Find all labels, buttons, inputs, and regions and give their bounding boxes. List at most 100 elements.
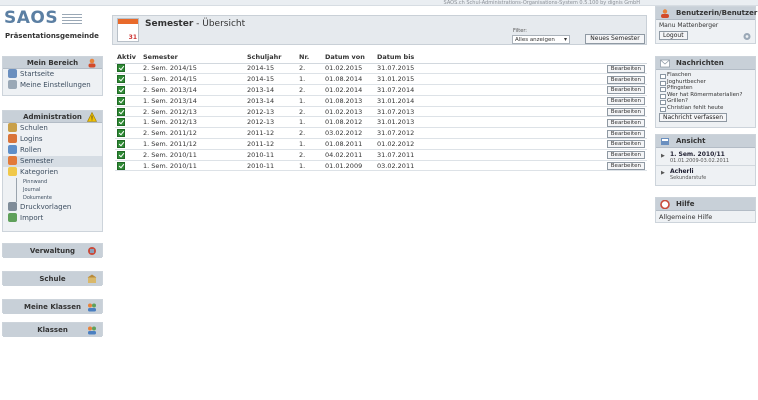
mein-bereich-header[interactable]: Mein Bereich	[3, 57, 102, 69]
active-check-icon[interactable]	[117, 129, 125, 138]
edit-button[interactable]: Bearbeiten	[606, 151, 645, 160]
sidebar-item-label: Import	[20, 214, 44, 222]
verwaltung-panel[interactable]: Verwaltung	[2, 243, 103, 258]
active-check-icon[interactable]	[117, 85, 125, 94]
news-panel-header: Nachrichten	[656, 57, 755, 70]
administration-panel: Administration Schulen Logins Rollen Sem…	[2, 110, 103, 232]
sidebar-item-druckvorlagen[interactable]: Druckvorlagen	[3, 202, 102, 213]
klassen-header[interactable]: Klassen	[3, 323, 102, 337]
edit-button[interactable]: Bearbeiten	[606, 162, 645, 171]
cell-actions: Bearbeiten	[603, 149, 647, 161]
ansicht-semester[interactable]: 1. Sem. 2010/11 01.01.2009-03.02.2011	[656, 151, 755, 166]
table-row: 2. Sem. 2014/15 2014-15 2. 01.02.2015 31.07.…	[115, 63, 647, 75]
logo-area[interactable]: SAOS Präsentationsgemeinde	[2, 6, 104, 46]
cell-datum-bis: 31.07.2012	[375, 127, 603, 140]
cell-datum-bis: 31.07.2015	[375, 63, 603, 75]
meine-klassen-header[interactable]: Meine Klassen	[3, 300, 102, 314]
settings-icon[interactable]	[742, 32, 752, 41]
sidebar-item-logins[interactable]: Logins	[3, 134, 102, 145]
compose-message-button[interactable]: Nachricht verfassen	[659, 113, 728, 122]
news-item[interactable]: Christian fehlt heute	[656, 105, 755, 111]
filter-label: Filter:	[513, 28, 527, 34]
edit-button[interactable]: Bearbeiten	[606, 140, 645, 149]
cell-nr: 2.	[297, 106, 323, 118]
cell-actions: Bearbeiten	[603, 138, 647, 150]
active-check-icon[interactable]	[117, 118, 125, 127]
cell-actions: Bearbeiten	[603, 63, 647, 75]
panel-title: Schule	[39, 275, 66, 283]
ansicht-school[interactable]: Acherli Sekundarstufe	[656, 168, 755, 183]
sidebar-item-meine-einstellungen[interactable]: Meine Einstellungen	[3, 80, 102, 91]
view-icon	[661, 138, 669, 145]
schule-header[interactable]: Schule	[3, 272, 102, 286]
class-group-icon	[88, 303, 96, 312]
cell-datum-bis: 03.02.2011	[375, 160, 603, 172]
schule-panel[interactable]: Schule	[2, 271, 103, 286]
sidebar-item-schulen[interactable]: Schulen	[3, 123, 102, 134]
edit-button[interactable]: Bearbeiten	[606, 118, 645, 127]
cell-semester: 1. Sem. 2010/11	[141, 160, 245, 172]
sidebar-subitem-journal[interactable]: Journal	[3, 186, 102, 194]
active-check-icon[interactable]	[117, 150, 125, 159]
edit-button[interactable]: Bearbeiten	[606, 129, 645, 138]
edit-button[interactable]: Bearbeiten	[606, 86, 645, 95]
ansicht-panel: Ansicht 1. Sem. 2010/11 01.01.2009-03.02…	[655, 134, 756, 186]
roles-icon	[8, 145, 17, 154]
active-checkbox-cell	[115, 127, 141, 140]
cell-semester: 1. Sem. 2011/12	[141, 138, 245, 150]
top-bar: SAOS.ch Schul-Administrations-Organisati…	[0, 0, 758, 6]
folder-icon	[8, 167, 17, 176]
cell-schuljahr: 2012-13	[245, 116, 297, 129]
sidebar-item-label: Startseite	[20, 70, 55, 78]
active-check-icon[interactable]	[117, 96, 125, 105]
edit-button[interactable]: Bearbeiten	[606, 64, 645, 73]
active-check-icon[interactable]	[117, 161, 125, 170]
verwaltung-header[interactable]: Verwaltung	[3, 244, 102, 258]
sidebar-item-semester[interactable]: Semester	[3, 156, 102, 167]
cell-semester: 2. Sem. 2013/14	[141, 84, 245, 96]
active-check-icon[interactable]	[117, 107, 125, 116]
sidebar-item-label: Semester	[20, 157, 54, 165]
klassen-panel[interactable]: Klassen	[2, 322, 103, 337]
administration-header[interactable]: Administration	[3, 111, 102, 123]
sidebar-subitem-pinnwand[interactable]: Pinnwand	[3, 178, 102, 186]
meine-klassen-panel[interactable]: Meine Klassen	[2, 299, 103, 314]
table-row: 1. Sem. 2010/11 2010-11 1. 01.01.2009 03.02.…	[115, 160, 647, 172]
cell-datum-von: 01.08.2013	[323, 95, 375, 107]
cell-actions: Bearbeiten	[603, 106, 647, 118]
sidebar-subitem-dokumente[interactable]: Dokumente	[3, 194, 102, 202]
edit-button[interactable]: Bearbeiten	[606, 75, 645, 84]
active-check-icon[interactable]	[117, 64, 125, 73]
active-check-icon[interactable]	[117, 75, 125, 84]
help-icon	[660, 200, 670, 209]
sidebar-item-rollen[interactable]: Rollen	[3, 145, 102, 156]
filter-select[interactable]: Alles anzeigen	[512, 35, 570, 44]
general-help-link[interactable]: Allgemeine Hilfe	[656, 214, 755, 221]
edit-button[interactable]: Bearbeiten	[606, 97, 645, 106]
cell-datum-von: 03.02.2012	[323, 127, 375, 140]
edit-button[interactable]: Bearbeiten	[606, 108, 645, 117]
panel-title: Administration	[23, 113, 82, 121]
cell-schuljahr: 2010-11	[245, 149, 297, 161]
active-check-icon[interactable]	[117, 139, 125, 148]
school-building-icon	[87, 274, 97, 283]
active-checkbox-cell	[115, 84, 141, 96]
sidebar-item-import[interactable]: Import	[3, 213, 102, 224]
cell-datum-von: 01.08.2014	[323, 73, 375, 86]
cell-schuljahr: 2014-15	[245, 63, 297, 75]
active-checkbox-cell	[115, 73, 141, 86]
cell-schuljahr: 2014-15	[245, 73, 297, 86]
sidebar-item-startseite[interactable]: Startseite	[3, 69, 102, 80]
cell-datum-bis: 01.02.2012	[375, 138, 603, 150]
new-semester-button[interactable]: Neues Semester	[585, 34, 645, 44]
table-row: 1. Sem. 2012/13 2012-13 1. 01.08.2012 31.01.…	[115, 116, 647, 129]
calendar-number: 31	[128, 34, 137, 41]
sidebar-item-kategorien[interactable]: Kategorien	[3, 167, 102, 178]
news-panel: Nachrichten Flaschen Joghurtbecher Pfingst…	[655, 56, 756, 128]
cell-semester: 1. Sem. 2012/13	[141, 116, 245, 129]
active-checkbox-cell	[115, 138, 141, 150]
envelope-icon	[660, 59, 670, 68]
logout-button[interactable]: Logout	[659, 31, 688, 40]
cell-schuljahr: 2011-12	[245, 138, 297, 150]
table-row: 1. Sem. 2014/15 2014-15 1. 01.08.2014 31.01.…	[115, 73, 647, 86]
